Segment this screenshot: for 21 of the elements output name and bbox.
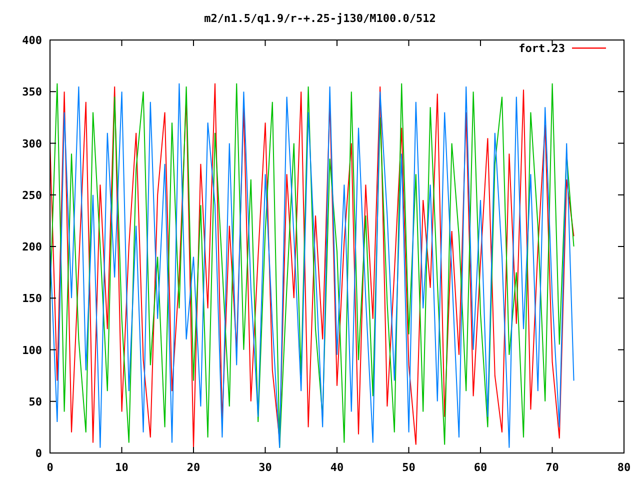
- y-tick-label: 100: [22, 344, 42, 357]
- legend-label: fort.23: [518, 42, 565, 55]
- y-tick-label: 300: [22, 137, 42, 150]
- x-tick-label: 30: [258, 461, 272, 474]
- x-tick-label: 80: [617, 461, 631, 474]
- legend-line: [572, 48, 606, 49]
- y-tick-label: 250: [22, 188, 42, 202]
- chart-title: m2/n1.5/q1.9/r-+.25-j130/M100.0/512: [204, 12, 436, 25]
- x-tick-label: 40: [330, 461, 344, 474]
- x-tick-label: 60: [474, 461, 488, 474]
- y-tick-label: 150: [22, 292, 42, 306]
- y-tick-label: 400: [22, 34, 42, 47]
- x-tick-label: 0: [46, 461, 54, 474]
- y-tick-label: 50: [28, 395, 42, 408]
- x-tick-label: 70: [546, 461, 559, 474]
- y-tick-label: 200: [22, 240, 42, 254]
- y-tick-label: 0: [35, 447, 42, 460]
- x-tick-label: 50: [402, 461, 416, 474]
- x-tick-label: 10: [115, 461, 128, 474]
- x-tick-label: 20: [186, 461, 200, 474]
- y-tick-label: 350: [22, 86, 42, 99]
